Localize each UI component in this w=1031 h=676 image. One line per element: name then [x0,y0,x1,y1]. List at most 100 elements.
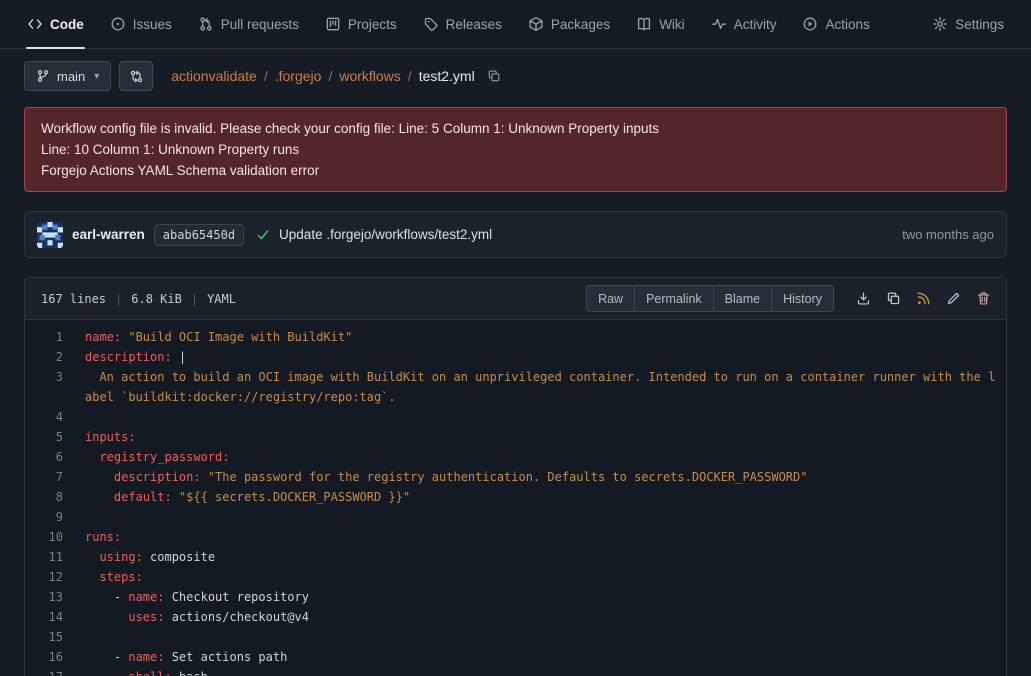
error-banner-line: Workflow config file is invalid. Please … [41,118,990,139]
line-number[interactable]: 13 [25,587,85,607]
line-content [85,507,996,527]
commit-status-check-icon[interactable] [256,228,270,242]
code-line: 5inputs: [25,427,996,447]
code-line: 1name: "Build OCI Image with BuildKit" [25,327,996,347]
rss-button[interactable] [910,286,936,312]
breadcrumb-link--forgejo[interactable]: .forgejo [275,68,322,84]
commit-message[interactable]: Update .forgejo/workflows/test2.yml [279,227,492,242]
line-number[interactable]: 14 [25,607,85,627]
nav-tab-releases[interactable]: Releases [410,0,515,48]
line-number[interactable]: 11 [25,547,85,567]
copy-path-button[interactable] [485,67,503,85]
tag-icon [423,16,439,32]
copy-button[interactable] [880,286,906,312]
edit-button[interactable] [940,286,966,312]
nav-tab-label: Releases [446,17,502,32]
git-compare-icon [129,69,144,84]
line-number[interactable]: 12 [25,567,85,587]
history-button[interactable]: History [771,285,834,312]
issue-opened-icon [110,16,126,32]
nav-tab-packages[interactable]: Packages [515,0,623,48]
repo-nav-tabs: Code Issues Pull requestsProjects Releases P… [14,0,883,48]
nav-tab-label: Settings [955,17,1004,32]
project-board-icon [325,16,341,32]
line-number[interactable]: 8 [25,487,85,507]
line-content [85,407,996,427]
meta-separator: | [191,292,198,306]
breadcrumb-link-workflows[interactable]: workflows [339,68,400,84]
line-number[interactable]: 7 [25,467,85,487]
branch-selector[interactable]: main ▾ [24,61,111,91]
code-line: 16 - name: Set actions path [25,647,996,667]
raw-button[interactable]: Raw [586,285,635,312]
code-line: 12 steps: [25,567,996,587]
copy-icon [487,69,501,83]
nav-tab-actions[interactable]: Actions [789,0,882,48]
permalink-button[interactable]: Permalink [634,285,714,312]
file-header: 167 lines | 6.8 KiB | YAML RawPermalinkB… [25,278,1006,320]
nav-tab-settings[interactable]: Settings [919,0,1017,48]
commit-author[interactable]: earl-warren [72,227,145,242]
breadcrumb: actionvalidate/.forgejo/workflows/test2.… [171,68,474,84]
avatar[interactable] [37,222,63,248]
code-icon [27,16,43,32]
branch-icon-slot [36,69,50,83]
delete-icon [976,291,991,306]
line-content: runs: [85,527,996,547]
download-button[interactable] [850,286,876,312]
nav-tab-projects[interactable]: Projects [312,0,410,48]
play-circle-icon [802,16,818,32]
commit-hash-button[interactable]: abab65450d [154,224,244,246]
error-banner-line: Line: 10 Column 1: Unknown Property runs [41,139,990,160]
line-number[interactable]: 16 [25,647,85,667]
line-number[interactable]: 3 [25,367,85,407]
edit-icon [946,291,961,306]
nav-tab-wiki[interactable]: Wiki [623,0,698,48]
breadcrumb-separator: / [328,68,332,84]
git-pull-request-icon [198,16,214,32]
file-view-buttons: RawPermalinkBlameHistory [586,285,834,312]
line-number[interactable]: 15 [25,627,85,647]
line-number[interactable]: 9 [25,507,85,527]
nav-tab-code[interactable]: Code [14,0,97,48]
compare-icon-slot [129,69,144,84]
code-line: 17 shell: bash [25,667,996,676]
meta-separator: | [115,292,122,306]
line-content: description: "The password for the regis… [85,467,996,487]
breadcrumb-link-actionvalidate[interactable]: actionvalidate [171,68,257,84]
blame-button[interactable]: Blame [713,285,772,312]
branch-name: main [57,69,85,84]
identicon-image [37,222,63,248]
code-line: 3 An action to build an OCI image with B… [25,367,996,407]
line-content: An action to build an OCI image with Bui… [85,367,996,407]
line-number[interactable]: 1 [25,327,85,347]
line-content: registry_password: [85,447,996,467]
line-number[interactable]: 5 [25,427,85,447]
copy-icon [886,291,901,306]
nav-tab-label: Activity [734,17,777,32]
line-content: shell: bash [85,667,996,676]
code-line: 2description: | [25,347,996,367]
copy-path-icon-slot [487,69,501,83]
code-line: 15 [25,627,996,647]
error-banner: Workflow config file is invalid. Please … [24,107,1007,192]
line-number[interactable]: 4 [25,407,85,427]
line-number[interactable]: 6 [25,447,85,467]
nav-tab-label: Issues [133,17,172,32]
compare-button[interactable] [119,61,153,91]
breadcrumb-separator: / [408,68,412,84]
delete-button[interactable] [970,286,996,312]
nav-tab-issues[interactable]: Issues [97,0,185,48]
line-number[interactable]: 17 [25,667,85,676]
book-icon [636,16,652,32]
line-number[interactable]: 10 [25,527,85,547]
nav-tab-activity[interactable]: Activity [698,0,790,48]
code-line: 8 default: "${{ secrets.DOCKER_PASSWORD … [25,487,996,507]
code-line: 10runs: [25,527,996,547]
file-toolbar: main ▾ actionvalidate / .forgejo / workflows… [0,49,1031,91]
nav-spacer [883,0,919,48]
line-content [85,627,996,647]
commit-time: two months ago [902,227,994,242]
line-number[interactable]: 2 [25,347,85,367]
nav-tab-pull-requests[interactable]: Pull requests [185,0,312,48]
